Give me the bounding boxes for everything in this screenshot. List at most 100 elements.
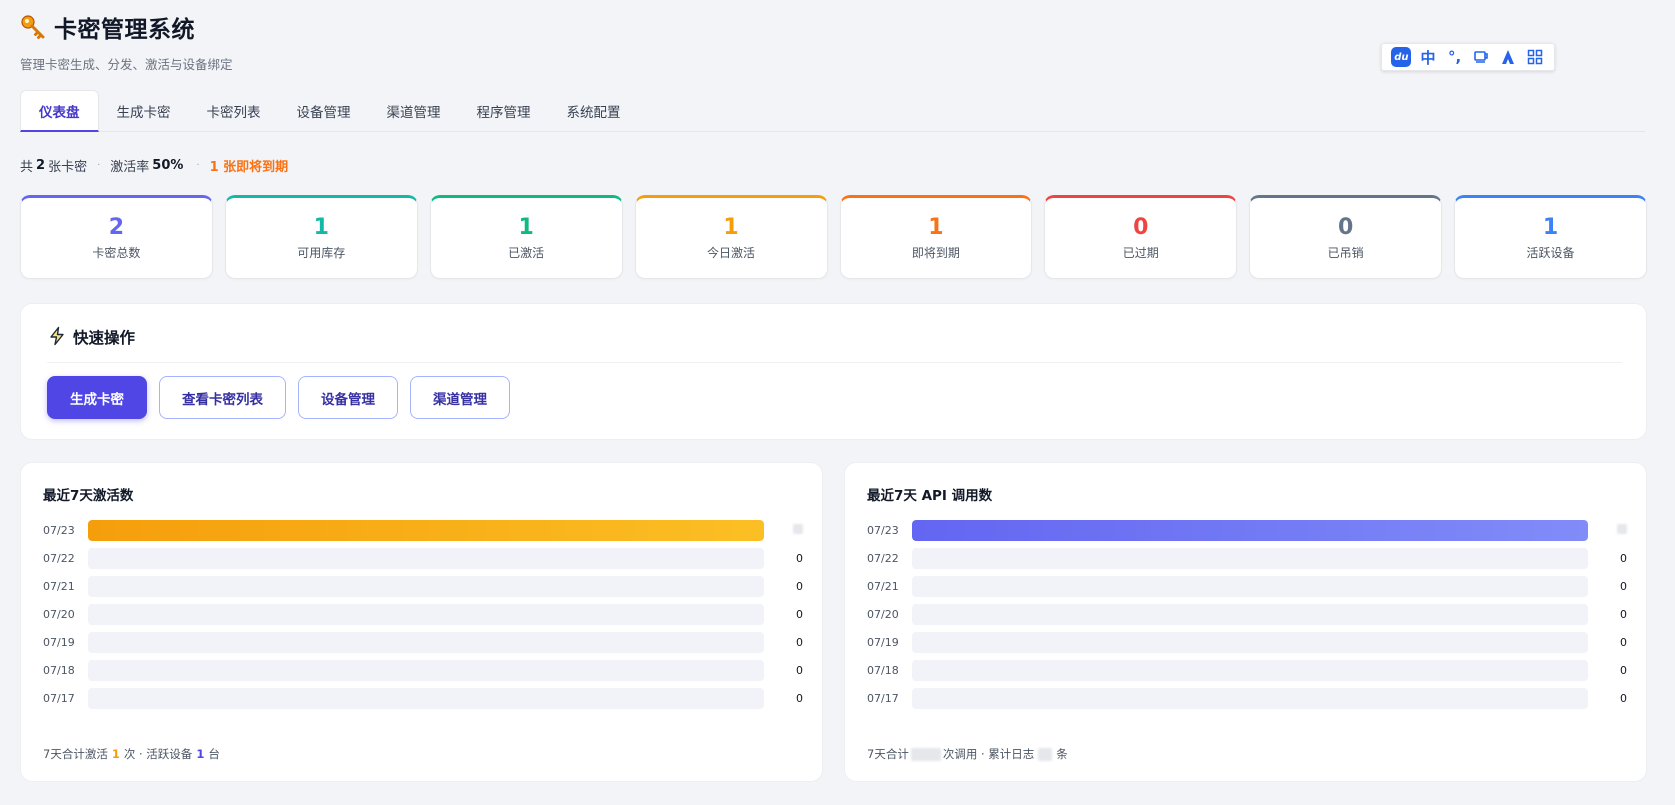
stat-value: 1 [313, 215, 329, 240]
ime-toolbar[interactable]: du 中 °, [1381, 43, 1555, 71]
redacted-value [793, 523, 803, 534]
bar-row: 07/18 0 [867, 656, 1627, 684]
footer-mid: 次调用 · 累计日志 [942, 747, 1035, 761]
tab-system-config[interactable]: 系统配置 [549, 90, 639, 132]
separator-dot: · [97, 160, 101, 171]
stat-card-activated: 1 已激活 [429, 195, 623, 279]
bar-date-label: 07/22 [43, 551, 75, 565]
bar-date-label: 07/18 [867, 663, 899, 677]
stat-card-revoked: 0 已吊销 [1249, 195, 1443, 279]
bar-track [912, 659, 1588, 681]
stat-label: 即将到期 [911, 246, 960, 260]
ime-language-toggle[interactable]: 中 [1418, 47, 1438, 67]
api-calls-bars: 07/23 07/22 0 07/21 0 07/20 0 07/19 0 07/18 0 07/17… [867, 516, 1627, 712]
stat-value: 1 [928, 215, 944, 240]
stat-value: 1 [518, 215, 534, 240]
bar-track [912, 519, 1588, 541]
ime-skin-icon[interactable] [1471, 47, 1491, 67]
stat-label: 活跃设备 [1526, 246, 1575, 260]
ime-grid-icon[interactable] [1525, 47, 1545, 67]
ime-punctuation-toggle[interactable]: °, [1445, 47, 1465, 67]
bar-fill [912, 519, 1588, 541]
bar-track [912, 687, 1588, 709]
bar-row: 07/21 0 [867, 572, 1627, 600]
api-calls-panel: 最近7天 API 调用数 07/23 07/22 0 07/21 0 07/20 0 07/1… [844, 462, 1647, 782]
activations-bars: 07/23 07/22 0 07/21 0 07/20 0 07/19 0 07/18 0 07/17… [43, 516, 803, 712]
stat-card-total: 2 卡密总数 [20, 195, 213, 279]
bar-value-label [1588, 523, 1627, 537]
app-title: 卡密管理系统 [54, 17, 195, 43]
stat-label: 可用库存 [297, 246, 346, 260]
bar-value-label: 0 [796, 663, 803, 677]
bar-value-label: 0 [1620, 663, 1627, 677]
stat-label: 已激活 [508, 246, 545, 260]
tab-device-management[interactable]: 设备管理 [279, 90, 369, 132]
bar-row: 07/19 0 [867, 628, 1627, 656]
stat-card-expired: 0 已过期 [1044, 195, 1238, 279]
stat-label: 卡密总数 [92, 246, 141, 260]
bar-track [912, 603, 1588, 625]
summary-rate-label: 激活率 [110, 160, 150, 175]
view-card-list-button[interactable]: 查看卡密列表 [159, 376, 286, 419]
generate-cards-button[interactable]: 生成卡密 [47, 376, 147, 419]
bar-value-label: 0 [1620, 691, 1627, 705]
bar-value-label: 0 [796, 691, 803, 705]
page-header: 卡密管理系统 管理卡密生成、分发、激活与设备绑定 [20, 10, 233, 73]
bar-track [88, 547, 764, 569]
bar-value-label: 0 [1620, 551, 1627, 565]
bar-fill [88, 519, 764, 541]
bar-date-label: 07/21 [43, 579, 75, 593]
bar-track [912, 575, 1588, 597]
quick-actions-panel: 快速操作 生成卡密 查看卡密列表 设备管理 渠道管理 [20, 303, 1647, 440]
stat-label: 已吊销 [1327, 246, 1364, 260]
bar-track [912, 547, 1588, 569]
bar-value-label: 0 [796, 579, 803, 593]
activations-panel: 最近7天激活数 07/23 07/22 0 07/21 0 07/20 0 07/19 0 07/… [20, 462, 823, 782]
app-subtitle: 管理卡密生成、分发、激活与设备绑定 [20, 57, 233, 72]
footer-mid: 次 · 活跃设备 [123, 747, 193, 761]
footer-activation-count: 1 [111, 747, 120, 761]
summary-expiring: 1 张即将到期 [209, 160, 289, 175]
tab-generate-cards[interactable]: 生成卡密 [99, 90, 189, 132]
stat-label: 今日激活 [707, 246, 756, 260]
tab-channel-management[interactable]: 渠道管理 [369, 90, 459, 132]
stat-card-expiring: 1 即将到期 [839, 195, 1033, 279]
ime-avatar-icon[interactable] [1498, 47, 1518, 67]
activations-title: 最近7天激活数 [43, 488, 134, 504]
tab-dashboard[interactable]: 仪表盘 [20, 90, 99, 132]
bar-row: 07/23 [43, 516, 803, 544]
channel-management-button[interactable]: 渠道管理 [410, 376, 510, 419]
key-icon [21, 15, 45, 39]
footer-prefix: 7天合计 [867, 747, 909, 761]
bar-date-label: 07/23 [43, 523, 75, 537]
bar-track [88, 631, 764, 653]
bar-track [88, 687, 764, 709]
bar-date-label: 07/18 [43, 663, 75, 677]
bar-date-label: 07/22 [867, 551, 899, 565]
stat-cards: 2 卡密总数 1 可用库存 1 已激活 1 今日激活 1 即将到期 0 已过期 … [20, 195, 1647, 279]
bar-track [88, 519, 764, 541]
summary-rate: 50% [152, 158, 184, 173]
bar-date-label: 07/23 [867, 523, 899, 537]
ime-logo-icon[interactable]: du [1391, 47, 1412, 67]
bar-value-label: 0 [796, 635, 803, 649]
bar-row: 07/18 0 [43, 656, 803, 684]
api-calls-footer: 7天合计 次调用 · 累计日志 条 [867, 746, 1068, 762]
bar-track [88, 575, 764, 597]
redacted-count [910, 747, 941, 761]
bar-track [88, 659, 764, 681]
activations-footer: 7天合计激活 1 次 · 活跃设备 1 台 [43, 746, 220, 762]
stat-value: 1 [1542, 215, 1559, 240]
bar-date-label: 07/19 [867, 635, 899, 649]
tab-program-management[interactable]: 程序管理 [459, 90, 549, 132]
tab-card-list[interactable]: 卡密列表 [189, 90, 279, 132]
summary-total-suffix: 张卡密 [48, 160, 88, 175]
quick-actions-buttons: 生成卡密 查看卡密列表 设备管理 渠道管理 [47, 376, 510, 419]
device-management-button[interactable]: 设备管理 [298, 376, 398, 419]
bar-row: 07/23 [867, 516, 1627, 544]
bar-date-label: 07/17 [867, 691, 899, 705]
api-calls-title: 最近7天 API 调用数 [867, 488, 993, 504]
summary-prefix: 共 [20, 160, 34, 175]
stat-value: 2 [108, 215, 125, 240]
bar-date-label: 07/20 [43, 607, 75, 621]
